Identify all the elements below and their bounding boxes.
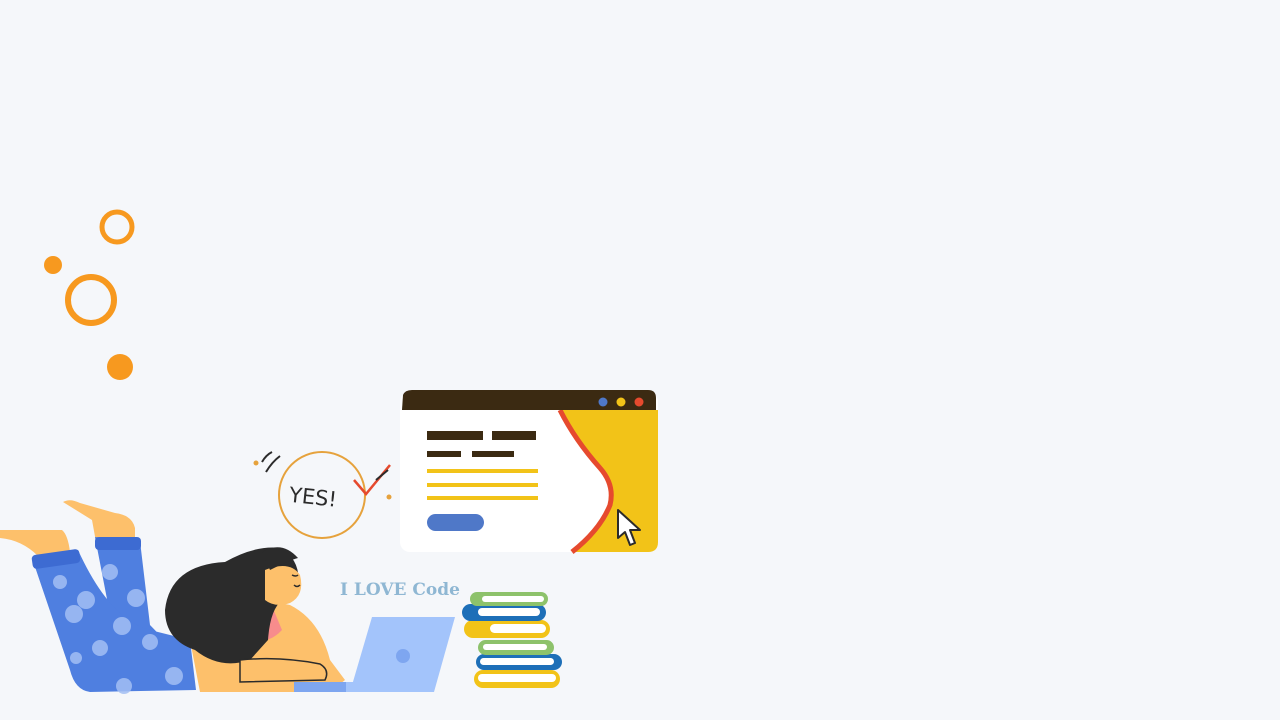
decorative-circles xyxy=(44,209,135,380)
browser-window-illustration xyxy=(400,390,658,554)
hero-illustration: YES! xyxy=(0,209,658,694)
hero-scene: YES! I LOVE Code xyxy=(0,0,1280,720)
window-dot-red xyxy=(634,397,644,407)
yes-bubble-icon: YES! xyxy=(253,451,392,539)
window-button-shape xyxy=(427,514,484,531)
i-love-code-caption: I LOVE Code xyxy=(340,580,460,600)
ring-large-decoration xyxy=(65,274,117,326)
girl-illustration xyxy=(0,500,345,694)
dot-small-decoration xyxy=(44,256,62,274)
book-stack-icon xyxy=(462,592,562,688)
checkmark-icon xyxy=(353,464,391,496)
dot-large-decoration xyxy=(107,354,133,380)
window-dot-yellow xyxy=(616,397,626,407)
ring-small-decoration xyxy=(99,209,135,245)
yes-text: YES! xyxy=(287,483,338,512)
window-dot-blue xyxy=(598,397,608,407)
